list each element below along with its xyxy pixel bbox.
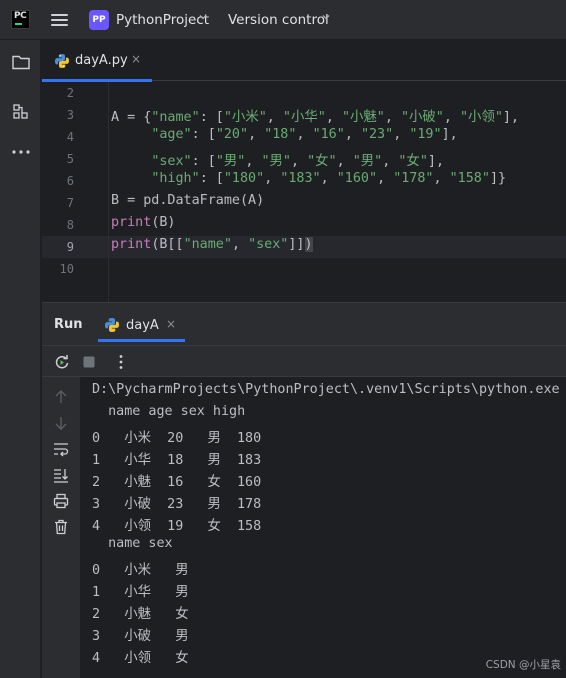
console-line: 1 小华 18 男 183 bbox=[92, 453, 262, 468]
code-line-6: "high": ["180", "183", "160", "178", "15… bbox=[151, 171, 507, 186]
tool-window-strip bbox=[0, 40, 41, 678]
run-toolbar bbox=[42, 345, 566, 377]
console-line: D:\PycharmProjects\PythonProject\.venv1\… bbox=[92, 382, 566, 397]
tab-label: dayA.py bbox=[75, 53, 128, 68]
line-number: 7 bbox=[66, 196, 74, 210]
rerun-icon[interactable] bbox=[53, 353, 71, 371]
more-vertical-icon[interactable] bbox=[112, 353, 130, 371]
chevron-down-icon[interactable] bbox=[321, 12, 331, 22]
print-icon[interactable] bbox=[52, 492, 70, 510]
console-side-toolbar bbox=[42, 377, 80, 678]
project-badge[interactable]: PP bbox=[89, 10, 109, 30]
code-line-9: print(B[["name", "sex"]]) bbox=[111, 237, 313, 252]
code-line-8: print(B) bbox=[111, 215, 176, 230]
gutter-divider bbox=[108, 82, 109, 302]
pycharm-logo: PC bbox=[11, 10, 30, 29]
line-number: 6 bbox=[66, 174, 74, 188]
console-line: 3 小破 男 bbox=[92, 629, 189, 644]
python-file-icon bbox=[55, 54, 69, 68]
trash-icon[interactable] bbox=[52, 518, 70, 536]
code-line-3: A = {"name": ["小米", "小华", "小魅", "小破", "小… bbox=[111, 110, 520, 125]
code-line-5: "sex": ["男", "男", "女", "男", "女"], bbox=[151, 154, 445, 169]
stop-icon[interactable] bbox=[80, 353, 98, 371]
line-number-gutter: 2 3 4 5 6 7 8 9 10 bbox=[42, 82, 108, 302]
line-number: 4 bbox=[66, 130, 74, 144]
title-bar: PC PP PythonProject Version control bbox=[0, 0, 566, 40]
editor-tab-bar: dayA.py × bbox=[42, 40, 566, 82]
folder-icon[interactable] bbox=[10, 51, 32, 73]
run-tab-label: dayA bbox=[126, 318, 159, 333]
line-number: 3 bbox=[66, 108, 74, 122]
run-tab-dayA[interactable]: dayA × bbox=[98, 308, 185, 342]
console-line: 0 小米 20 男 180 bbox=[92, 431, 262, 446]
code-editor[interactable]: 2 3 4 5 6 7 8 9 10 A = {"name": ["小米", "… bbox=[42, 82, 566, 302]
console-line: 0 小米 男 bbox=[92, 563, 189, 578]
structure-icon[interactable] bbox=[10, 101, 32, 123]
scroll-to-end-icon[interactable] bbox=[52, 466, 70, 484]
line-number: 2 bbox=[66, 86, 74, 100]
main-menu-button[interactable] bbox=[51, 12, 69, 28]
console-line: 3 小破 23 男 178 bbox=[92, 497, 262, 512]
up-arrow-icon[interactable] bbox=[52, 388, 70, 406]
console-line: name sex bbox=[92, 536, 173, 551]
project-name[interactable]: PythonProject bbox=[116, 12, 209, 28]
run-tool-window: Run dayA × D:\PycharmProjects\PythonProj… bbox=[42, 302, 566, 678]
code-line-4: "age": ["20", "18", "16", "23", "19"], bbox=[151, 127, 458, 142]
console-output[interactable]: D:\PycharmProjects\PythonProject\.venv1\… bbox=[80, 377, 566, 678]
console-line: 4 小领 19 女 158 bbox=[92, 519, 262, 534]
watermark: CSDN @小星袁 bbox=[485, 659, 561, 671]
tab-dayA-py[interactable]: dayA.py × bbox=[42, 40, 152, 82]
code-line-7: B = pd.DataFrame(A) bbox=[111, 193, 265, 208]
chevron-down-icon[interactable] bbox=[198, 12, 208, 22]
console-line: name age sex high bbox=[92, 404, 246, 419]
line-number: 5 bbox=[66, 152, 74, 166]
line-number: 10 bbox=[59, 262, 74, 276]
active-tab-indicator bbox=[98, 339, 185, 342]
console-line: 1 小华 男 bbox=[92, 585, 189, 600]
soft-wrap-icon[interactable] bbox=[52, 440, 70, 458]
run-panel-title: Run bbox=[54, 317, 83, 332]
python-file-icon bbox=[105, 318, 119, 332]
line-number: 8 bbox=[66, 218, 74, 232]
console-line: 2 小魅 16 女 160 bbox=[92, 475, 262, 490]
more-icon[interactable] bbox=[10, 141, 32, 163]
close-icon[interactable]: × bbox=[166, 317, 176, 331]
logo-text: PC bbox=[14, 11, 27, 21]
console-line: 2 小魅 女 bbox=[92, 607, 189, 622]
logo-bar bbox=[15, 23, 22, 25]
line-number-current: 9 bbox=[66, 240, 74, 254]
version-control-menu[interactable]: Version control bbox=[228, 12, 329, 28]
down-arrow-icon[interactable] bbox=[52, 414, 70, 432]
close-icon[interactable]: × bbox=[131, 52, 141, 66]
console-line: 4 小领 女 bbox=[92, 651, 189, 666]
